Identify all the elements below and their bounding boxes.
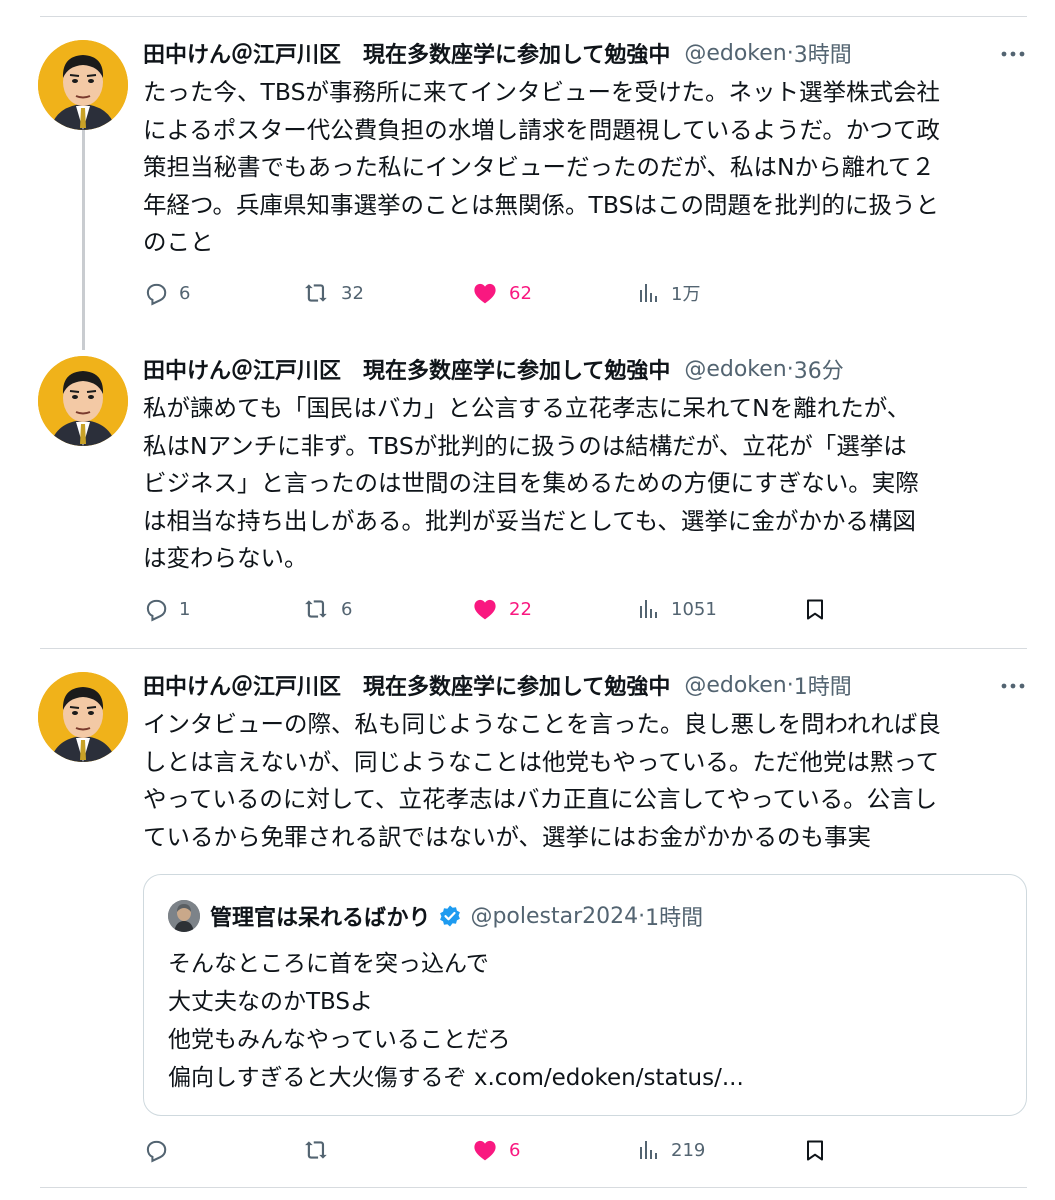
bookmark-icon	[803, 282, 825, 304]
separator-dot: ·	[638, 903, 646, 929]
tweet-body: インタビューの際、私も同じようなことを言った。良し悪しを問われれば良 しとは言え…	[143, 710, 941, 851]
retweet-icon	[305, 1141, 327, 1159]
bookmark-button[interactable]	[803, 594, 827, 624]
author-handle[interactable]: @edoken	[684, 673, 786, 698]
author-name[interactable]: 田中けん＠江戸川区 現在多数座学に参加して勉強中	[143, 669, 670, 701]
reply-button[interactable]	[143, 1135, 179, 1165]
bookmark-button[interactable]	[803, 278, 825, 308]
tweet-actions: 6 32 62 1万	[143, 278, 833, 308]
timestamp[interactable]: 36分	[794, 353, 844, 385]
bookmark-button[interactable]	[803, 1135, 827, 1165]
like-button[interactable]: 6	[471, 1135, 520, 1165]
avatar[interactable]	[38, 356, 128, 446]
reply-icon	[146, 1140, 167, 1163]
quoted-timestamp[interactable]: 1時間	[645, 900, 703, 932]
avatar[interactable]	[38, 672, 128, 762]
author-handle[interactable]: @edoken	[684, 357, 786, 382]
avatar[interactable]	[38, 40, 128, 130]
reply-count: 6	[179, 282, 191, 304]
retweet-icon	[305, 284, 327, 302]
quoted-avatar[interactable]	[168, 900, 200, 932]
quoted-tweet-text: そんなところに首を突っ込んで 大丈夫なのかTBSよ 他党もみんなやっていることだ…	[168, 945, 744, 1097]
more-icon[interactable]	[1001, 674, 1025, 698]
tweet-text: たった今、TBSが事務所に来てインタビューを受けた。ネット選挙株式会社 によるポ…	[143, 74, 1033, 262]
tweet-header: 田中けん＠江戸川区 現在多数座学に参加して勉強中 @edoken · 1時間	[143, 667, 852, 703]
heart-icon	[474, 283, 496, 304]
divider-top	[40, 16, 1027, 17]
quoted-author-name[interactable]: 管理官は呆れるばかり	[210, 900, 430, 932]
tweet-body: 私が諫めても「国民はバカ」と公言する立花孝志に呆れてNを離れたが、 私はNアンチ…	[143, 394, 919, 572]
like-button[interactable]: 22	[471, 594, 532, 624]
views-button[interactable]: 1万	[637, 278, 700, 308]
tweet-text: インタビューの際、私も同じようなことを言った。良し悪しを問われれば良 しとは言え…	[143, 706, 1033, 856]
retweet-count: 6	[341, 598, 353, 620]
views-icon	[640, 1141, 657, 1159]
more-icon[interactable]	[1001, 42, 1025, 66]
views-icon	[640, 284, 657, 302]
like-count: 62	[509, 282, 532, 304]
tweet-actions: 6 219	[143, 1135, 833, 1165]
quoted-line: そんなところに首を突っ込んで	[168, 951, 489, 977]
quoted-author-handle[interactable]: @polestar2024	[470, 904, 638, 929]
views-icon	[640, 600, 657, 618]
quoted-line: 偏向しすぎると大火傷するぞ x.com/edoken/status/...	[168, 1065, 744, 1091]
separator-dot: ·	[786, 672, 794, 698]
timestamp[interactable]: 1時間	[794, 669, 852, 701]
tweet-body: たった今、TBSが事務所に来てインタビューを受けた。ネット選挙株式会社 によるポ…	[143, 78, 940, 256]
like-count: 22	[509, 598, 532, 620]
quoted-tweet[interactable]: 管理官は呆れるばかり @polestar2024 · 1時間 そんなところに首を突っ…	[143, 874, 1027, 1116]
bookmark-icon	[807, 1140, 823, 1161]
reply-icon	[146, 599, 167, 622]
heart-icon	[474, 599, 496, 620]
author-handle[interactable]: @edoken	[684, 41, 786, 66]
retweet-button[interactable]: 6	[303, 594, 352, 624]
reply-button[interactable]: 6	[143, 278, 190, 308]
heart-icon	[474, 1140, 496, 1161]
retweet-icon	[305, 600, 327, 618]
quoted-line: 他党もみんなやっていることだろ	[168, 1027, 511, 1053]
retweet-count: 32	[341, 282, 364, 304]
separator-dot: ·	[786, 40, 794, 66]
view-count: 219	[671, 1139, 706, 1161]
tweet-text: 私が諫めても「国民はバカ」と公言する立花孝志に呆れてNを離れたが、 私はNアンチ…	[143, 390, 1033, 578]
reply-button[interactable]: 1	[143, 594, 190, 624]
retweet-button[interactable]	[303, 1135, 341, 1165]
reply-icon	[146, 283, 167, 306]
tweet-header: 田中けん＠江戸川区 現在多数座学に参加して勉強中 @edoken · 3時間	[143, 35, 852, 71]
like-button[interactable]: 62	[471, 278, 532, 308]
views-button[interactable]: 219	[637, 1135, 705, 1165]
like-count: 6	[509, 1139, 521, 1161]
tweet-actions: 1 6 22 1051	[143, 594, 833, 624]
author-name[interactable]: 田中けん＠江戸川区 現在多数座学に参加して勉強中	[143, 353, 670, 385]
quoted-tweet-header: 管理官は呆れるばかり @polestar2024 · 1時間	[168, 899, 703, 933]
view-count: 1万	[671, 284, 701, 305]
view-count: 1051	[671, 598, 717, 620]
tweet-header: 田中けん＠江戸川区 現在多数座学に参加して勉強中 @edoken · 36分	[143, 351, 844, 387]
verified-badge-icon	[440, 905, 461, 927]
quoted-line: 大丈夫なのかTBSよ	[168, 989, 374, 1015]
thread-connector-line	[82, 130, 85, 350]
views-button[interactable]: 1051	[637, 594, 717, 624]
reply-count: 1	[179, 598, 191, 620]
divider-middle	[40, 648, 1027, 649]
bookmark-icon	[807, 599, 823, 620]
author-name[interactable]: 田中けん＠江戸川区 現在多数座学に参加して勉強中	[143, 37, 670, 69]
timestamp[interactable]: 3時間	[794, 37, 852, 69]
separator-dot: ·	[786, 356, 794, 382]
divider-bottom	[40, 1187, 1027, 1188]
retweet-button[interactable]: 32	[303, 278, 364, 308]
